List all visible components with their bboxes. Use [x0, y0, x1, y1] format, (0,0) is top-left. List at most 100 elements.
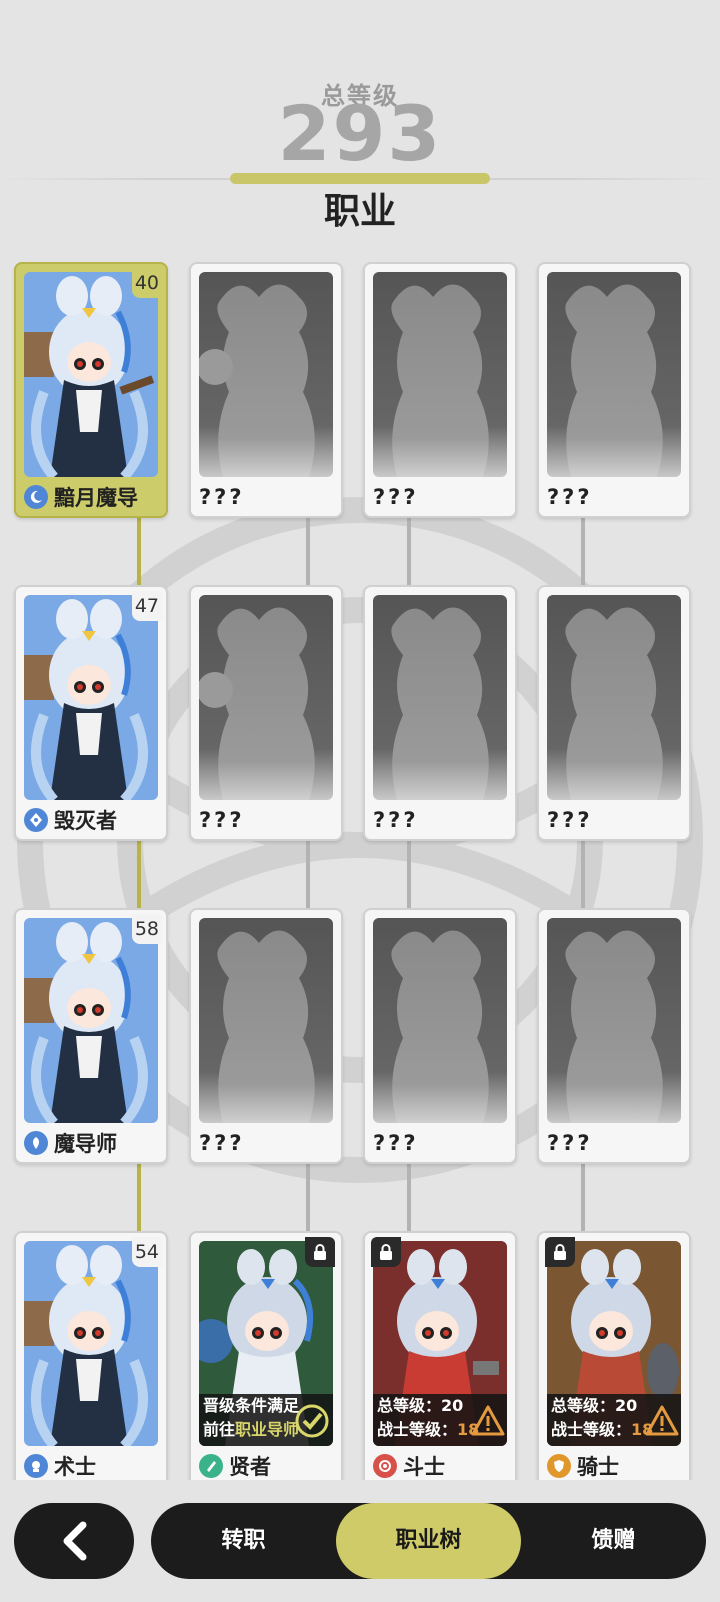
silhouette-portrait: [199, 272, 333, 477]
class-card-unknown[interactable]: ???: [189, 908, 343, 1164]
class-card-knight[interactable]: 总等级：20 战士等级：18 骑士: [537, 1231, 691, 1487]
class-name: 斗士: [403, 1455, 445, 1479]
class-card-unknown[interactable]: ???: [537, 262, 691, 518]
class-name: ???: [373, 1131, 419, 1155]
character-portrait: 总等级：20 战士等级：18: [373, 1241, 507, 1446]
character-portrait: [24, 272, 158, 477]
class-card-warlock[interactable]: 54 术士: [14, 1231, 168, 1487]
card-name-row: ???: [199, 482, 337, 512]
class-name: ???: [199, 808, 245, 832]
class-card-sage[interactable]: 晋级条件满足 前往职业导师 贤者: [189, 1231, 343, 1487]
tree-connector: [137, 514, 141, 592]
class-card-unknown[interactable]: ???: [363, 585, 517, 841]
card-name-row: 术士: [24, 1451, 162, 1481]
card-name-row: ???: [373, 482, 511, 512]
class-level: 40: [131, 268, 162, 298]
class-card-unknown[interactable]: ???: [537, 908, 691, 1164]
card-name-row: 斗士: [373, 1451, 511, 1481]
character-portrait: 晋级条件满足 前往职业导师: [199, 1241, 333, 1446]
requirement-panel: 晋级条件满足 前往职业导师: [199, 1394, 333, 1446]
character-portrait: [24, 1241, 158, 1446]
warning-icon: [645, 1405, 679, 1436]
class-card-destroyer[interactable]: 47 毁灭者: [14, 585, 168, 841]
tree-connector: [407, 514, 411, 592]
lock-icon: [305, 1237, 335, 1267]
class-name: 贤者: [229, 1455, 271, 1479]
class-card-unknown[interactable]: ???: [189, 262, 343, 518]
class-name: ???: [547, 1131, 593, 1155]
card-name-row: ???: [547, 482, 685, 512]
knight-class-icon: [547, 1454, 571, 1478]
silhouette-portrait: [373, 272, 507, 477]
silhouette-portrait: [373, 595, 507, 800]
tab-class-change[interactable]: 转职: [151, 1503, 336, 1579]
warning-icon: [471, 1405, 505, 1436]
class-name: 骑士: [577, 1455, 619, 1479]
tree-connector: [137, 837, 141, 915]
card-name-row: ???: [199, 805, 337, 835]
silhouette-portrait: [199, 918, 333, 1123]
class-card-fighter[interactable]: 总等级：20 战士等级：18 斗士: [363, 1231, 517, 1487]
silhouette-portrait: [199, 595, 333, 800]
card-name-row: 黯月魔导: [24, 482, 162, 512]
bottom-tab-bar: 转职 职业树 馈赠: [151, 1503, 706, 1579]
tab-gift[interactable]: 馈赠: [521, 1503, 706, 1579]
lock-icon: [371, 1237, 401, 1267]
character-portrait: 总等级：20 战士等级：18: [547, 1241, 681, 1446]
card-name-row: ???: [373, 1128, 511, 1158]
card-name-row: ???: [373, 805, 511, 835]
class-level: 58: [131, 914, 162, 944]
class-name: 黯月魔导: [54, 486, 138, 510]
requirement-label: 战士等级：: [377, 1420, 458, 1439]
class-level: 54: [131, 1237, 162, 1267]
tree-connector: [306, 1160, 310, 1238]
class-name: ???: [547, 808, 593, 832]
header: 总等级 293 职业: [0, 0, 720, 240]
requirement-label: 总等级：: [551, 1396, 616, 1415]
class-name: ???: [373, 808, 419, 832]
card-name-row: ???: [547, 1128, 685, 1158]
tree-connector: [306, 514, 310, 592]
tree-connector: [407, 837, 411, 915]
lock-icon: [545, 1237, 575, 1267]
card-name-row: ???: [199, 1128, 337, 1158]
class-card-unknown[interactable]: ???: [189, 585, 343, 841]
tree-connector: [137, 1160, 141, 1238]
moon-class-icon: [24, 485, 48, 509]
total-level-value: 293: [277, 89, 443, 178]
tree-connector: [407, 1160, 411, 1238]
tree-connector: [581, 514, 585, 592]
class-name: ???: [373, 485, 419, 509]
class-card-mage[interactable]: 58 魔导师: [14, 908, 168, 1164]
card-name-row: 贤者: [199, 1451, 337, 1481]
page-title: 职业: [323, 191, 396, 232]
tab-class-tree[interactable]: 职业树: [336, 1503, 521, 1579]
sage-class-icon: [199, 1454, 223, 1478]
character-portrait: [24, 595, 158, 800]
card-name-row: 毁灭者: [24, 805, 162, 835]
silhouette-portrait: [547, 272, 681, 477]
back-button[interactable]: [14, 1503, 134, 1579]
requirement-panel: 总等级：20 战士等级：18: [373, 1394, 507, 1446]
class-card-moonlight-mage[interactable]: 40 黯月魔导: [14, 262, 168, 518]
card-name-row: ???: [547, 805, 685, 835]
class-card-unknown[interactable]: ???: [537, 585, 691, 841]
tree-connector: [581, 1160, 585, 1238]
class-card-unknown[interactable]: ???: [363, 908, 517, 1164]
warlock-class-icon: [24, 1454, 48, 1478]
card-name-row: 骑士: [547, 1451, 685, 1481]
class-card-unknown[interactable]: ???: [363, 262, 517, 518]
class-name: ???: [199, 485, 245, 509]
tree-connector: [581, 837, 585, 915]
class-mentor-link[interactable]: 职业导师: [235, 1420, 299, 1439]
silhouette-portrait: [373, 918, 507, 1123]
class-name: 魔导师: [54, 1132, 117, 1156]
check-icon: [295, 1404, 329, 1438]
class-name: ???: [547, 485, 593, 509]
character-portrait: [24, 918, 158, 1123]
tree-connector: [306, 837, 310, 915]
requirement-panel: 总等级：20 战士等级：18: [547, 1394, 681, 1446]
destroyer-class-icon: [24, 808, 48, 832]
silhouette-portrait: [547, 918, 681, 1123]
class-name: 术士: [54, 1455, 96, 1479]
